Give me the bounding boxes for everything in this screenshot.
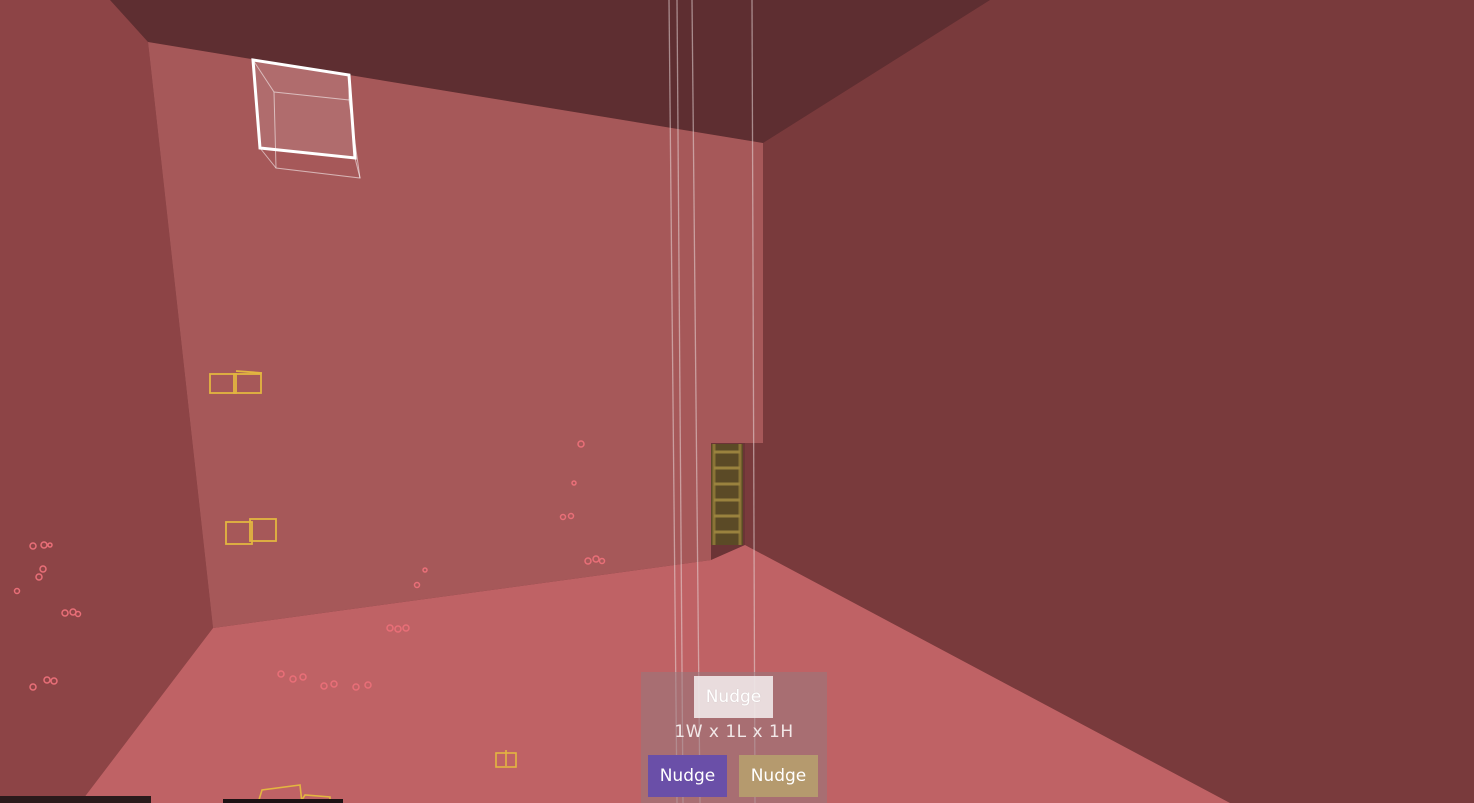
ladder <box>711 444 743 545</box>
selection-dimensions: 1W x 1L x 1H <box>674 722 794 742</box>
nudge-button-top-label: Nudge <box>705 687 762 707</box>
hotbar-fragment-right <box>223 799 343 803</box>
nudge-panel: Nudge 1W x 1L x 1H Nudge Nudge <box>641 672 827 803</box>
nudge-button-top[interactable]: Nudge <box>694 676 773 718</box>
hotbar-fragment-left <box>0 796 151 803</box>
nudge-button-right[interactable]: Nudge <box>739 755 818 797</box>
nudge-button-left[interactable]: Nudge <box>648 755 727 797</box>
